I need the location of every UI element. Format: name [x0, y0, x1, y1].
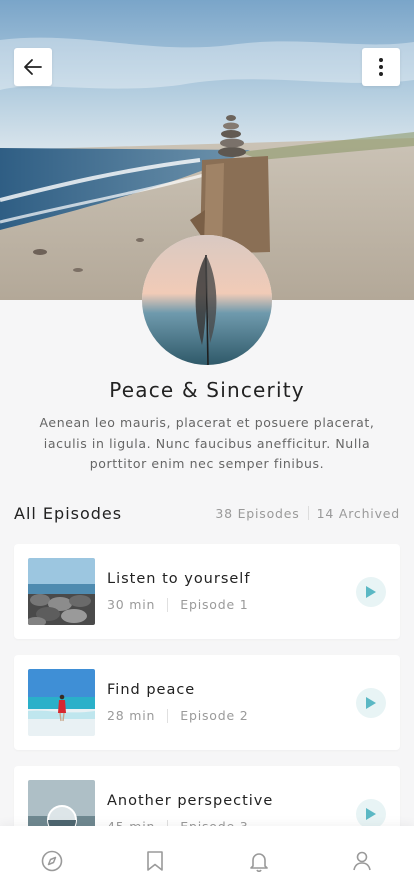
- user-icon: [353, 851, 372, 871]
- play-button[interactable]: [356, 799, 386, 829]
- episode-duration: 28 min: [107, 708, 156, 723]
- podcast-avatar: [142, 235, 272, 365]
- episodes-meta: 38 Episodes 14 Archived: [215, 506, 400, 521]
- episode-title: Listen to yourself: [107, 571, 251, 587]
- divider: [307, 506, 309, 520]
- episode-thumbnail: [28, 558, 95, 625]
- divider: [167, 597, 169, 612]
- nav-discover[interactable]: [28, 837, 76, 885]
- bell-icon: [249, 853, 268, 872]
- play-icon: [366, 586, 376, 598]
- episode-title: Another perspective: [107, 793, 274, 809]
- episodes-count[interactable]: 38 Episodes: [215, 506, 299, 521]
- nav-profile[interactable]: [338, 837, 386, 885]
- compass-icon: [41, 850, 63, 872]
- nav-notifications[interactable]: [235, 837, 283, 885]
- divider: [167, 708, 169, 723]
- play-icon: [366, 808, 376, 820]
- arrow-left-icon: [24, 59, 42, 75]
- nav-bookmarks[interactable]: [131, 837, 179, 885]
- episode-thumbnail: [28, 669, 95, 736]
- bookmark-icon: [147, 851, 164, 871]
- section-title: All Episodes: [14, 503, 123, 523]
- podcast-description: Aenean leo mauris, placerat et posuere p…: [39, 415, 375, 471]
- bottom-navigation: [0, 826, 414, 896]
- play-icon: [366, 697, 376, 709]
- episode-card[interactable]: Listen to yourself 30 min Episode 1: [14, 544, 400, 639]
- episodes-header: All Episodes 38 Episodes 14 Archived: [14, 502, 400, 524]
- play-button[interactable]: [356, 688, 386, 718]
- play-button[interactable]: [356, 577, 386, 607]
- episode-meta: 28 min Episode 2: [107, 708, 248, 723]
- back-button[interactable]: [14, 48, 52, 86]
- podcast-title: Peace & Sincerity: [109, 378, 305, 402]
- more-vertical-icon: [379, 58, 383, 76]
- more-options-button[interactable]: [362, 48, 400, 86]
- episode-number: Episode 1: [180, 597, 249, 612]
- episode-card[interactable]: Find peace 28 min Episode 2: [14, 655, 400, 750]
- episode-duration: 30 min: [107, 597, 156, 612]
- episode-meta: 30 min Episode 1: [107, 597, 248, 612]
- episode-title: Find peace: [107, 682, 196, 698]
- archived-count[interactable]: 14 Archived: [317, 506, 400, 521]
- episode-number: Episode 2: [180, 708, 249, 723]
